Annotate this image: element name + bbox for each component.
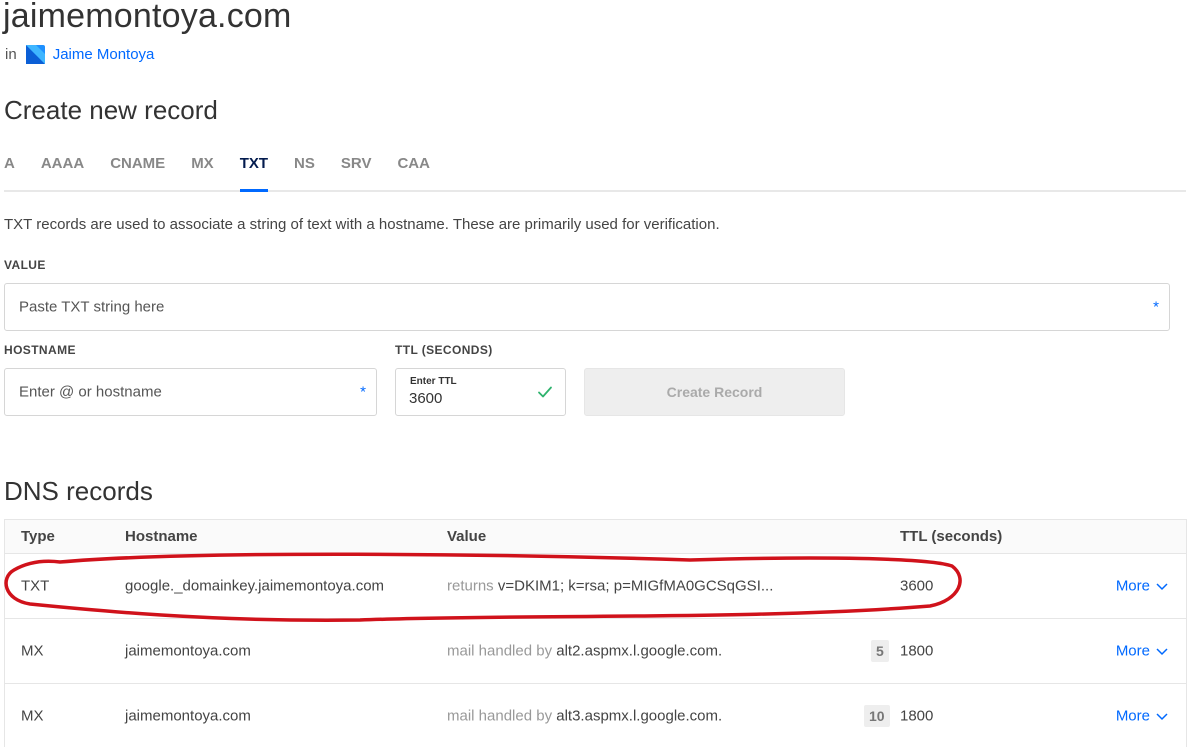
table-row: MX jaimemontoya.com mail handled by alt3… bbox=[5, 684, 1186, 747]
hostname-placeholder: Enter @ or hostname bbox=[19, 383, 162, 401]
hostname-input[interactable]: Enter @ or hostname * bbox=[4, 368, 377, 416]
domain-title: jaimemontoya.com bbox=[3, 0, 292, 35]
more-button[interactable]: More bbox=[1116, 643, 1168, 660]
column-header-hostname: Hostname bbox=[125, 528, 198, 545]
value-text: alt3.aspmx.l.google.com. bbox=[556, 707, 723, 725]
dns-records-table: Type Hostname Value TTL (seconds) TXT go… bbox=[4, 519, 1187, 747]
record-value: mail handled by alt3.aspmx.l.google.com. bbox=[447, 708, 722, 725]
checkmark-icon bbox=[538, 386, 552, 398]
tab-cname[interactable]: CNAME bbox=[110, 152, 165, 190]
value-prefix: mail handled by bbox=[447, 707, 553, 725]
project-icon bbox=[25, 45, 45, 64]
in-label: in bbox=[5, 46, 17, 63]
priority-badge: 10 bbox=[864, 705, 890, 727]
tab-ns[interactable]: NS bbox=[294, 152, 315, 190]
create-record-button[interactable]: Create Record bbox=[584, 368, 845, 416]
chevron-down-icon bbox=[1156, 712, 1168, 720]
more-button[interactable]: More bbox=[1116, 578, 1168, 595]
ttl-label: TTL (SECONDS) bbox=[395, 343, 493, 357]
more-button[interactable]: More bbox=[1116, 708, 1168, 725]
ttl-input[interactable]: Enter TTL 3600 bbox=[395, 368, 566, 416]
record-hostname: jaimemontoya.com bbox=[125, 707, 251, 725]
chevron-down-icon bbox=[1156, 647, 1168, 655]
column-header-ttl: TTL (seconds) bbox=[900, 528, 1003, 545]
tab-mx[interactable]: MX bbox=[191, 152, 214, 190]
record-type: TXT bbox=[21, 577, 50, 595]
ttl-small-label: Enter TTL bbox=[410, 376, 457, 387]
tab-txt[interactable]: TXT bbox=[239, 152, 269, 192]
required-marker: * bbox=[360, 383, 366, 401]
value-prefix: returns bbox=[447, 577, 494, 595]
record-type: MX bbox=[21, 707, 44, 725]
page: jaimemontoya.com in Jaime Montoya Create… bbox=[0, 0, 1187, 747]
tab-caa[interactable]: CAA bbox=[397, 152, 430, 190]
record-value: returns v=DKIM1; k=rsa; p=MIGfMA0GCSqGSI… bbox=[447, 578, 773, 595]
value-placeholder: Paste TXT string here bbox=[19, 298, 165, 316]
ttl-value: 3600 bbox=[409, 390, 443, 407]
value-prefix: mail handled by bbox=[447, 642, 553, 660]
record-ttl: 1800 bbox=[900, 707, 934, 725]
priority-badge: 5 bbox=[871, 640, 889, 662]
table-header: Type Hostname Value TTL (seconds) bbox=[5, 520, 1186, 554]
tab-aaaa[interactable]: AAAA bbox=[41, 152, 84, 190]
record-hostname: jaimemontoya.com bbox=[125, 642, 251, 660]
record-type: MX bbox=[21, 642, 44, 660]
tab-a[interactable]: A bbox=[4, 152, 15, 190]
txt-description: TXT records are used to associate a stri… bbox=[4, 216, 720, 233]
value-label: VALUE bbox=[4, 258, 46, 272]
record-ttl: 1800 bbox=[900, 642, 934, 660]
value-input[interactable]: Paste TXT string here * bbox=[4, 283, 1170, 331]
project-line: in Jaime Montoya bbox=[5, 45, 154, 64]
dns-records-title: DNS records bbox=[4, 476, 153, 506]
record-value: mail handled by alt2.aspmx.l.google.com. bbox=[447, 643, 722, 660]
more-label: More bbox=[1115, 642, 1150, 660]
column-header-type: Type bbox=[21, 528, 55, 545]
value-text: alt2.aspmx.l.google.com. bbox=[556, 642, 723, 660]
column-header-value: Value bbox=[447, 528, 487, 545]
table-row: TXT google._domainkey.jaimemontoya.com r… bbox=[5, 554, 1186, 619]
record-type-tabs: A AAAA CNAME MX TXT NS SRV CAA bbox=[4, 152, 1186, 192]
tab-srv[interactable]: SRV bbox=[341, 152, 372, 190]
required-marker: * bbox=[1153, 298, 1159, 316]
chevron-down-icon bbox=[1156, 582, 1168, 590]
record-hostname: google._domainkey.jaimemontoya.com bbox=[125, 577, 385, 595]
create-record-title: Create new record bbox=[4, 95, 218, 125]
more-label: More bbox=[1115, 577, 1150, 595]
value-text: v=DKIM1; k=rsa; p=MIGfMA0GCSqGSI... bbox=[497, 577, 774, 595]
table-row: MX jaimemontoya.com mail handled by alt2… bbox=[5, 619, 1186, 684]
more-label: More bbox=[1115, 707, 1150, 725]
project-link[interactable]: Jaime Montoya bbox=[53, 46, 155, 63]
record-ttl: 3600 bbox=[900, 577, 934, 595]
hostname-label: HOSTNAME bbox=[4, 343, 76, 357]
